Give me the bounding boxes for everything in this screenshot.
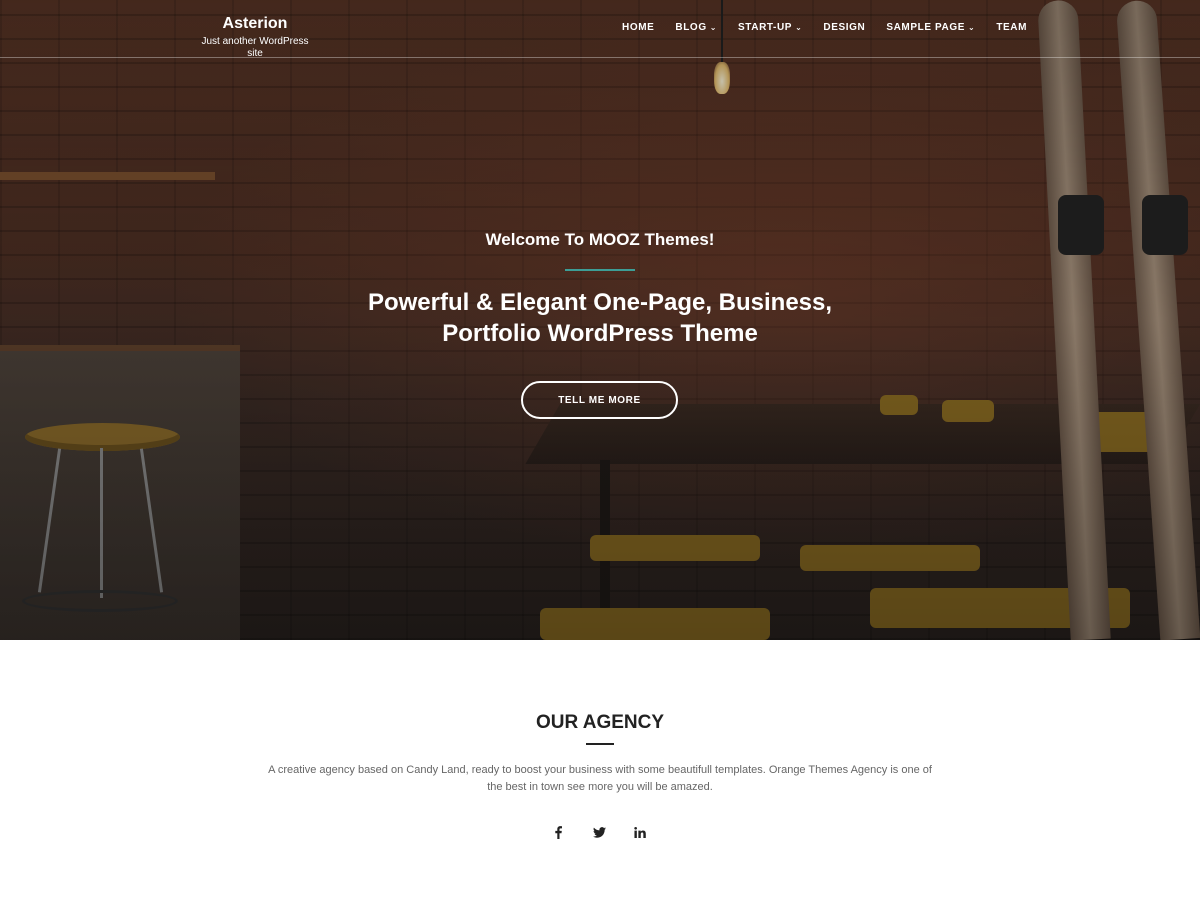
facebook-icon[interactable] bbox=[548, 824, 568, 840]
linkedin-icon[interactable] bbox=[630, 824, 650, 840]
social-links bbox=[548, 824, 650, 840]
nav-item-design[interactable]: DESIGN bbox=[823, 21, 865, 35]
hero-headline-line: Powerful & Elegant One-Page, Business, bbox=[367, 289, 833, 316]
twitter-icon[interactable] bbox=[589, 824, 609, 840]
tell-me-more-button[interactable]: TELL ME MORE bbox=[521, 381, 678, 419]
site-title[interactable]: Asterion bbox=[200, 14, 310, 34]
main-navigation: HOME BLOG ⌄ START-UP ⌄ DESIGN SAMPLE PAG… bbox=[622, 21, 1027, 35]
hero-content: Welcome To MOOZ Themes! Powerful & Elega… bbox=[0, 228, 1200, 349]
nav-item-label: SAMPLE PAGE bbox=[886, 22, 965, 33]
site-tagline: Just another WordPress site bbox=[201, 36, 309, 59]
chevron-down-icon: ⌄ bbox=[709, 23, 718, 32]
section-divider bbox=[586, 743, 614, 745]
nav-item-team[interactable]: TEAM bbox=[996, 21, 1027, 35]
nav-item-home[interactable]: HOME bbox=[622, 21, 654, 35]
section-description: A creative agency based on Candy Land, r… bbox=[268, 764, 932, 793]
nav-item-label: TEAM bbox=[996, 22, 1028, 33]
site-branding[interactable]: Asterion Just another WordPress site bbox=[200, 14, 310, 60]
chevron-down-icon: ⌄ bbox=[795, 23, 803, 32]
agency-section: OUR AGENCY A creative agency based on Ca… bbox=[0, 640, 1200, 900]
hero-section: Asterion Just another WordPress site HOM… bbox=[0, 0, 1200, 640]
nav-item-sample-page[interactable]: SAMPLE PAGE ⌄ bbox=[886, 21, 975, 35]
hero-welcome-text: Welcome To MOOZ Themes! bbox=[485, 230, 715, 249]
nav-item-start-up[interactable]: START-UP ⌄ bbox=[738, 21, 802, 35]
section-title: OUR AGENCY bbox=[535, 712, 665, 733]
nav-item-label: BLOG bbox=[675, 22, 707, 33]
nav-item-label: HOME bbox=[622, 22, 655, 33]
nav-item-blog[interactable]: BLOG ⌄ bbox=[675, 21, 717, 35]
hero-headline: Powerful & Elegant One-Page, Business, P… bbox=[340, 287, 860, 349]
nav-item-label: START-UP bbox=[738, 22, 793, 33]
nav-item-label: DESIGN bbox=[823, 22, 866, 33]
hero-divider bbox=[565, 269, 635, 271]
chevron-down-icon: ⌄ bbox=[968, 23, 976, 32]
hero-headline-line: Portfolio WordPress Theme bbox=[442, 320, 758, 347]
site-header: Asterion Just another WordPress site HOM… bbox=[0, 0, 1200, 60]
